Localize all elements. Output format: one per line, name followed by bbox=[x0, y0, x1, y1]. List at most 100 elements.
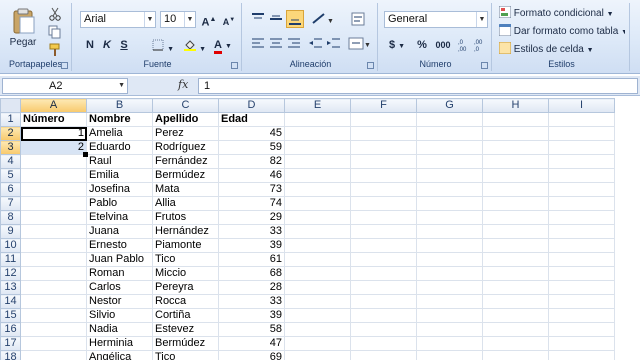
cell-g[interactable] bbox=[416, 140, 483, 155]
column-header-a[interactable]: A bbox=[20, 98, 87, 113]
cell-e[interactable] bbox=[284, 140, 351, 155]
row-header[interactable]: 12 bbox=[0, 266, 21, 281]
cell-b[interactable]: Etelvina bbox=[86, 210, 153, 225]
alignment-launcher-icon[interactable] bbox=[367, 62, 374, 69]
row-header[interactable]: 16 bbox=[0, 322, 21, 337]
cell-g[interactable] bbox=[416, 252, 483, 267]
cell-a[interactable] bbox=[20, 210, 87, 225]
bold-button[interactable]: N bbox=[82, 36, 98, 54]
cell-e[interactable] bbox=[284, 238, 351, 253]
cell-d[interactable]: 46 bbox=[218, 168, 285, 183]
cell-d[interactable]: 69 bbox=[218, 350, 285, 360]
cell-i[interactable] bbox=[548, 112, 615, 127]
cell-d[interactable]: 58 bbox=[218, 322, 285, 337]
cell-i[interactable] bbox=[548, 154, 615, 169]
cell-g[interactable] bbox=[416, 196, 483, 211]
cell-b[interactable]: Carlos bbox=[86, 280, 153, 295]
cell-e[interactable] bbox=[284, 294, 351, 309]
cell-f[interactable] bbox=[350, 308, 417, 323]
cell-g[interactable] bbox=[416, 280, 483, 295]
column-header-f[interactable]: F bbox=[350, 98, 417, 113]
cell-c[interactable]: Bermúdez bbox=[152, 168, 219, 183]
select-all-corner[interactable] bbox=[0, 98, 21, 113]
paste-button[interactable]: Pegar bbox=[4, 37, 42, 48]
decrease-indent-icon[interactable] bbox=[308, 36, 324, 52]
cell-d[interactable]: Edad bbox=[218, 112, 285, 127]
cell-i[interactable] bbox=[548, 196, 615, 211]
cell-e[interactable] bbox=[284, 280, 351, 295]
cell-c[interactable]: Rodríguez bbox=[152, 140, 219, 155]
cell-b[interactable]: Angélica bbox=[86, 350, 153, 360]
row-header[interactable]: 15 bbox=[0, 308, 21, 323]
column-header-d[interactable]: D bbox=[218, 98, 285, 113]
cell-h[interactable] bbox=[482, 140, 549, 155]
cell-h[interactable] bbox=[482, 126, 549, 141]
cell-e[interactable] bbox=[284, 154, 351, 169]
shrink-font-button[interactable]: A▼ bbox=[220, 11, 238, 29]
row-header[interactable]: 1 bbox=[0, 112, 21, 127]
cell-f[interactable] bbox=[350, 224, 417, 239]
cell-a[interactable] bbox=[20, 266, 87, 281]
cell-b[interactable]: Eduardo bbox=[86, 140, 153, 155]
paste-icon[interactable] bbox=[8, 7, 38, 35]
align-right-icon[interactable] bbox=[286, 36, 302, 52]
cell-c[interactable]: Estevez bbox=[152, 322, 219, 337]
cell-b[interactable]: Josefina bbox=[86, 182, 153, 197]
cell-a[interactable] bbox=[20, 182, 87, 197]
cell-e[interactable] bbox=[284, 126, 351, 141]
insert-function-icon[interactable]: fx bbox=[178, 78, 196, 94]
row-header[interactable]: 5 bbox=[0, 168, 21, 183]
cell-a[interactable] bbox=[20, 238, 87, 253]
cell-g[interactable] bbox=[416, 168, 483, 183]
cell-b[interactable]: Emilia bbox=[86, 168, 153, 183]
cell-h[interactable] bbox=[482, 182, 549, 197]
currency-button[interactable]: $ ▼ bbox=[384, 36, 410, 54]
cell-h[interactable] bbox=[482, 252, 549, 267]
row-header[interactable]: 11 bbox=[0, 252, 21, 267]
cell-b[interactable]: Nestor bbox=[86, 294, 153, 309]
cell-g[interactable] bbox=[416, 210, 483, 225]
cell-d[interactable]: 33 bbox=[218, 224, 285, 239]
cell-g[interactable] bbox=[416, 266, 483, 281]
cell-f[interactable] bbox=[350, 322, 417, 337]
cell-h[interactable] bbox=[482, 168, 549, 183]
format-as-table-button[interactable]: Dar formato como tabla ▼ bbox=[498, 23, 626, 41]
cell-f[interactable] bbox=[350, 140, 417, 155]
cell-h[interactable] bbox=[482, 112, 549, 127]
cell-b[interactable]: Amelia bbox=[86, 126, 153, 141]
conditional-format-button[interactable]: Formato condicional ▼ bbox=[498, 5, 626, 23]
chevron-down-icon[interactable]: ▼ bbox=[118, 79, 125, 93]
cell-c[interactable]: Piamonte bbox=[152, 238, 219, 253]
cell-g[interactable] bbox=[416, 182, 483, 197]
cell-c[interactable]: Mata bbox=[152, 182, 219, 197]
cell-c[interactable]: Frutos bbox=[152, 210, 219, 225]
cell-i[interactable] bbox=[548, 224, 615, 239]
cell-b[interactable]: Nombre bbox=[86, 112, 153, 127]
column-header-b[interactable]: B bbox=[86, 98, 153, 113]
cell-a[interactable] bbox=[20, 168, 87, 183]
cell-d[interactable]: 68 bbox=[218, 266, 285, 281]
cell-c[interactable]: Apellido bbox=[152, 112, 219, 127]
column-header-e[interactable]: E bbox=[284, 98, 351, 113]
cell-a[interactable] bbox=[20, 154, 87, 169]
cell-e[interactable] bbox=[284, 308, 351, 323]
cell-g[interactable] bbox=[416, 112, 483, 127]
row-header[interactable]: 8 bbox=[0, 210, 21, 225]
cell-b[interactable]: Silvio bbox=[86, 308, 153, 323]
cell-i[interactable] bbox=[548, 252, 615, 267]
cell-h[interactable] bbox=[482, 238, 549, 253]
row-header[interactable]: 14 bbox=[0, 294, 21, 309]
formula-input[interactable]: 1 bbox=[198, 78, 638, 94]
cell-i[interactable] bbox=[548, 308, 615, 323]
cell-h[interactable] bbox=[482, 280, 549, 295]
cell-e[interactable] bbox=[284, 336, 351, 351]
row-header[interactable]: 3 bbox=[0, 140, 21, 155]
cell-b[interactable]: Ernesto bbox=[86, 238, 153, 253]
cell-d[interactable]: 74 bbox=[218, 196, 285, 211]
name-box[interactable]: A2 ▼ bbox=[2, 78, 128, 94]
align-middle-icon[interactable] bbox=[268, 11, 284, 27]
cell-c[interactable]: Tico bbox=[152, 252, 219, 267]
cell-i[interactable] bbox=[548, 210, 615, 225]
align-center-icon[interactable] bbox=[268, 36, 284, 52]
decrease-decimal-icon[interactable]: ,00,0 bbox=[474, 37, 488, 53]
